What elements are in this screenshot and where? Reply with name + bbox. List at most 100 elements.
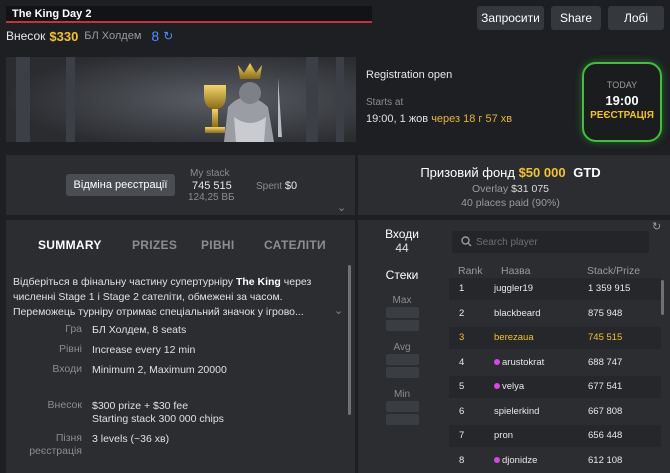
tab-prizes[interactable]: PRIZES <box>132 238 177 252</box>
stacks-label: Стеки <box>385 268 419 282</box>
spent: Spent $0 <box>256 180 297 192</box>
starts-value: 19:00, 1 жов <box>366 113 429 125</box>
player-name: pron <box>494 430 514 441</box>
player-name: velya <box>502 381 525 392</box>
buyin-detail-label: Внесок <box>47 399 82 411</box>
player-name: berezaua <box>494 332 534 343</box>
player-stack: 875 948 <box>588 307 623 319</box>
game-type: БЛ Холдем <box>84 30 142 42</box>
player-rank: 2 <box>459 307 465 319</box>
late-reg-value: 3 levels (~36 хв) <box>92 433 170 445</box>
player-name-cell: arustokrat <box>494 357 544 368</box>
player-name: arustokrat <box>502 356 545 368</box>
tab-summary[interactable]: SUMMARY <box>38 238 102 252</box>
max-value-bar-2 <box>386 320 419 331</box>
player-stack: 688 747 <box>588 356 623 368</box>
invite-button[interactable]: Запросити <box>477 6 544 30</box>
player-name-cell: velya <box>494 381 524 392</box>
player-stack: 667 808 <box>588 405 623 417</box>
player-rank: 6 <box>459 405 465 417</box>
tournament-info-panel: SUMMARY PRIZES РІВНІ САТЕЛІТИ Відберітьс… <box>6 220 355 473</box>
buyin-row: Внесок $330 БЛ Холдем 8 ↻ <box>6 27 173 45</box>
late-reg-label: Пізня реєстрація <box>29 432 82 457</box>
player-rank: 7 <box>459 430 465 441</box>
player-row[interactable]: 4 arustokrat 688 747 <box>449 352 661 374</box>
player-name-cell: berezaua <box>494 332 534 343</box>
prize-pool-line: Призовий фонд $50 000 GTD <box>358 165 663 180</box>
countdown: через 18 г 57 хв <box>431 113 513 125</box>
today-label: TODAY <box>606 80 638 90</box>
refresh-icon[interactable]: ↻ <box>163 29 173 43</box>
max-value-bar <box>386 307 419 318</box>
search-input[interactable] <box>476 234 636 250</box>
unregister-button[interactable]: Відміна реєстрації <box>66 174 175 196</box>
register-status: РЕЄСТРАЦІЯ <box>590 110 654 121</box>
my-stack-bb: 124,25 ВБ <box>188 192 235 203</box>
tabs: SUMMARY PRIZES РІВНІ САТЕЛІТИ <box>6 220 355 260</box>
places-paid: 40 places paid (90%) <box>461 197 560 209</box>
player-row[interactable]: 3 berezaua 745 515 <box>449 327 661 349</box>
player-stack: 656 448 <box>588 430 623 441</box>
spent-value: $0 <box>284 180 298 192</box>
expand-chevron-icon[interactable]: ⌄ <box>334 304 343 317</box>
registration-status: Registration open <box>366 69 453 81</box>
player-name: blackbeard <box>494 307 541 319</box>
starts-label: Starts at <box>366 97 404 108</box>
max-label: Max <box>392 295 412 306</box>
chevron-down-icon[interactable]: ⌄ <box>337 201 346 214</box>
player-stack: 677 541 <box>588 381 623 392</box>
today-badge[interactable]: TODAY 19:00 РЕЄСТРАЦІЯ <box>582 62 662 142</box>
summary-description: Відберіться в фінальну частину супертурн… <box>13 275 338 320</box>
refresh-players-icon[interactable]: ↻ <box>652 220 661 233</box>
entries-label: Входи <box>385 227 419 241</box>
game-value: БЛ Холдем, 8 seats <box>92 324 187 336</box>
min-label: Min <box>393 389 411 400</box>
player-row[interactable]: 6 spielerkind 667 808 <box>449 401 661 423</box>
starts-row: 19:00, 1 жов через 18 г 57 хв <box>366 113 512 125</box>
scrollbar[interactable] <box>661 280 664 315</box>
scrollbar[interactable] <box>348 265 351 415</box>
avg-value-bar <box>386 354 419 365</box>
my-stack-value: 745 515 <box>192 180 232 192</box>
column-stack[interactable]: Stack/Prize <box>587 265 640 277</box>
entries-value: 44 <box>395 241 409 255</box>
entries-rule-value: Minimum 2, Maximum 20000 <box>92 364 227 376</box>
player-row[interactable]: 1 juggler19 1 359 915 <box>449 278 661 300</box>
player-rank: 5 <box>459 381 465 392</box>
tournament-title-bar: The King Day 2 <box>6 6 372 23</box>
online-dot-icon <box>494 383 500 390</box>
players-count: 8 <box>151 28 160 44</box>
player-name-cell: juggler19 <box>494 283 533 294</box>
player-rank: 8 <box>459 454 465 466</box>
player-stack: 745 515 <box>588 332 623 343</box>
tournament-banner-image <box>6 57 356 142</box>
buyin-value: $330 <box>49 28 79 44</box>
overlay-line: Overlay $31 075 <box>358 183 663 195</box>
player-name: djonidze <box>502 454 538 466</box>
player-row[interactable]: 2 blackbeard 875 948 <box>449 303 661 325</box>
player-rank: 3 <box>459 332 465 343</box>
lobby-button[interactable]: Лобі <box>608 6 664 30</box>
player-row[interactable]: 5 velya 677 541 <box>449 376 661 398</box>
levels-value: Increase every 12 min <box>92 344 196 356</box>
player-name: juggler19 <box>494 283 534 294</box>
column-rank[interactable]: Rank <box>458 265 483 277</box>
spent-label: Spent <box>256 181 283 192</box>
player-row[interactable]: 7 pron 656 448 <box>449 425 661 447</box>
player-row[interactable]: 8 djonidze 612 108 <box>449 450 661 472</box>
player-stack: 1 359 915 <box>588 283 631 294</box>
overlay-label: Overlay <box>471 183 509 195</box>
stack-panel: Відміна реєстрації My stack 745 515 124,… <box>6 155 355 215</box>
player-rank: 4 <box>459 356 465 368</box>
prize-pool-amount: $50 000 <box>518 165 566 180</box>
column-name[interactable]: Назва <box>501 265 530 277</box>
search-player-box[interactable] <box>452 231 649 253</box>
tab-satellites[interactable]: САТЕЛІТИ <box>264 238 326 252</box>
overlay-value: $31 075 <box>511 183 550 195</box>
share-button[interactable]: Share <box>551 6 601 30</box>
gtd-label: GTD <box>573 165 601 180</box>
tab-levels[interactable]: РІВНІ <box>201 238 235 252</box>
game-label: Гра <box>65 323 82 335</box>
min-value-bar <box>386 401 419 412</box>
my-stack-label: My stack <box>190 168 230 179</box>
